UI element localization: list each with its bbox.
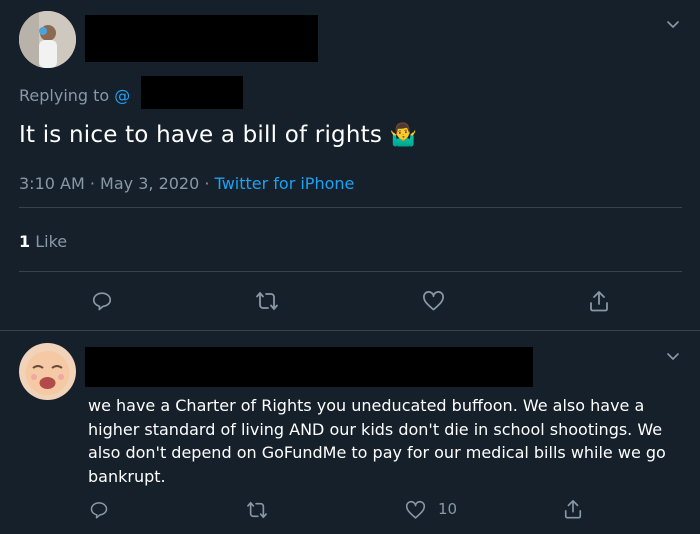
chevron-down-icon[interactable] bbox=[666, 349, 680, 363]
tweet-body: It is nice to have a bill of rights bbox=[19, 122, 383, 148]
redacted-username bbox=[85, 15, 318, 62]
retweet-icon[interactable] bbox=[246, 500, 268, 520]
shrug-emoji: 🤷‍♂️ bbox=[389, 123, 418, 148]
replying-handle[interactable]: @ bbox=[114, 86, 130, 105]
likes-stat[interactable]: 1 Like bbox=[19, 232, 67, 251]
share-icon[interactable] bbox=[563, 498, 583, 520]
heart-icon[interactable] bbox=[422, 290, 445, 312]
divider bbox=[0, 330, 700, 331]
likes-label: Like bbox=[35, 232, 68, 251]
tweet-meta: 3:10 AM · May 3, 2020 · Twitter for iPho… bbox=[19, 174, 354, 193]
redacted-username bbox=[85, 347, 533, 387]
reply-icon[interactable] bbox=[91, 290, 113, 312]
tweet-source[interactable]: Twitter for iPhone bbox=[215, 174, 355, 193]
reply-icon[interactable] bbox=[89, 500, 109, 520]
avatar[interactable] bbox=[19, 11, 76, 68]
avatar[interactable] bbox=[19, 343, 76, 400]
like-count: 10 bbox=[438, 500, 458, 518]
share-icon[interactable] bbox=[588, 289, 610, 313]
reply-text: we have a Charter of Rights you uneducat… bbox=[88, 396, 666, 486]
divider bbox=[19, 207, 682, 208]
replying-to: Replying to @ bbox=[19, 86, 130, 105]
tweet-text: It is nice to have a bill of rights 🤷‍♂️ bbox=[19, 122, 417, 148]
chevron-down-icon[interactable] bbox=[666, 17, 680, 31]
heart-icon[interactable] bbox=[405, 500, 426, 520]
meta-separator: · bbox=[204, 174, 210, 193]
tweet-time[interactable]: 3:10 AM bbox=[19, 174, 85, 193]
divider bbox=[19, 271, 682, 272]
likes-count: 1 bbox=[19, 232, 31, 251]
tweet-date[interactable]: May 3, 2020 bbox=[100, 174, 199, 193]
retweet-icon[interactable] bbox=[255, 290, 279, 312]
redacted-handle bbox=[141, 76, 243, 109]
replying-label: Replying to bbox=[19, 86, 115, 105]
meta-separator: · bbox=[89, 174, 95, 193]
